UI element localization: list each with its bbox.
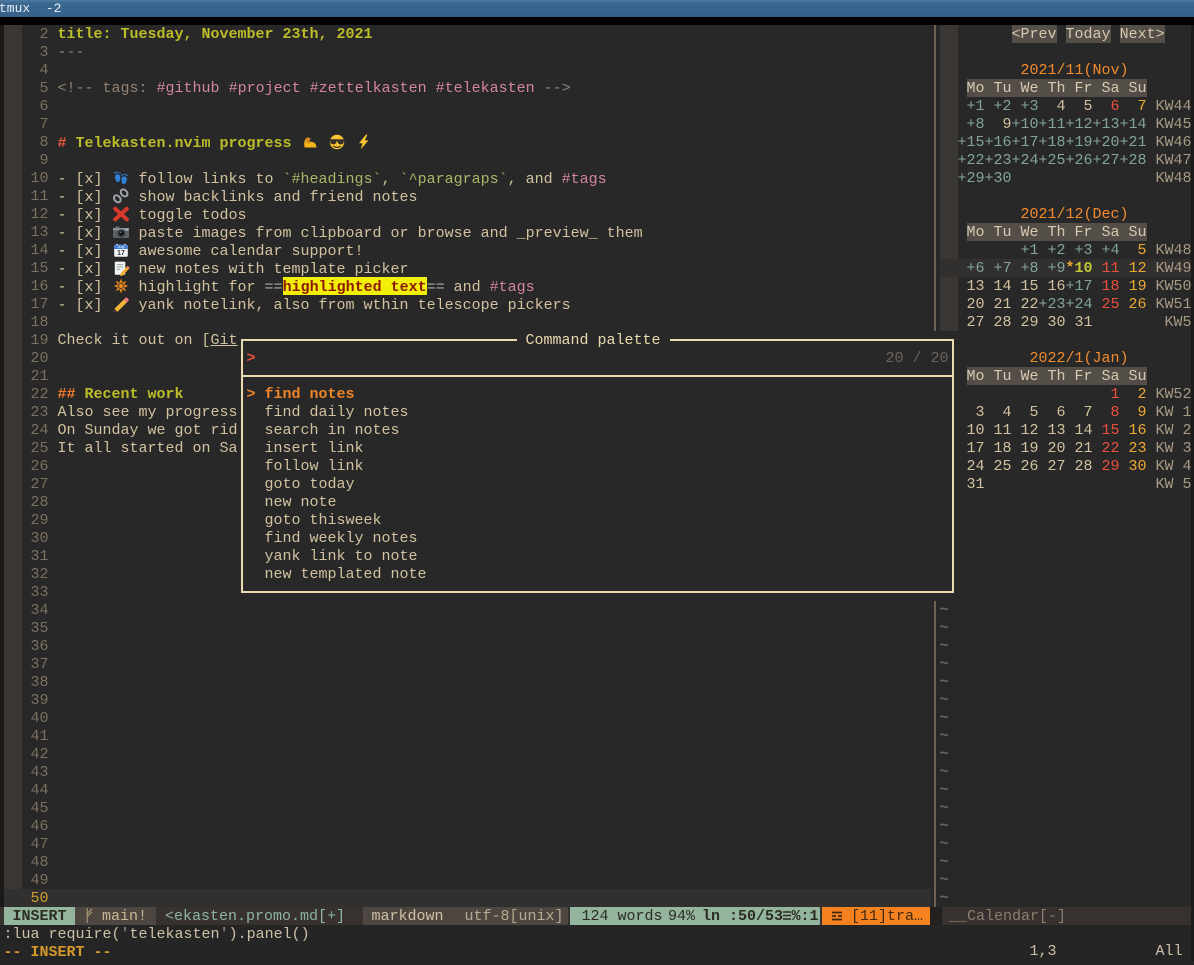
svg-text:July: July xyxy=(117,244,124,249)
svg-text:17: 17 xyxy=(117,250,125,257)
